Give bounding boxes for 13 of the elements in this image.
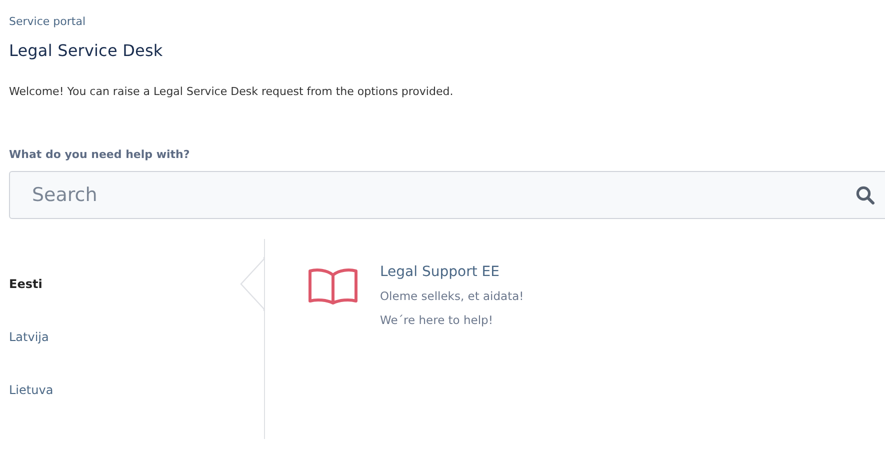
request-type-description: Oleme selleks, et aidata! — [380, 288, 524, 305]
sidebar-item[interactable]: Eesti — [9, 276, 42, 290]
search-label: What do you need help with? — [9, 148, 191, 161]
page-title: Legal Service Desk — [9, 41, 164, 60]
book-icon — [308, 267, 358, 305]
sidebar-item[interactable]: Latvija — [9, 330, 49, 344]
request-type-description: We´re here to help! — [380, 312, 494, 329]
search-icon[interactable] — [856, 186, 875, 205]
request-type-link[interactable]: Legal Support EE — [380, 264, 524, 280]
sidebar-item[interactable]: Lietuva — [9, 382, 54, 396]
search-field[interactable]: Search — [9, 171, 885, 219]
breadcrumb-link[interactable]: Service portal — [9, 15, 86, 28]
welcome-text: Welcome! You can raise a Legal Service Desk request from the options provided. — [9, 85, 454, 98]
